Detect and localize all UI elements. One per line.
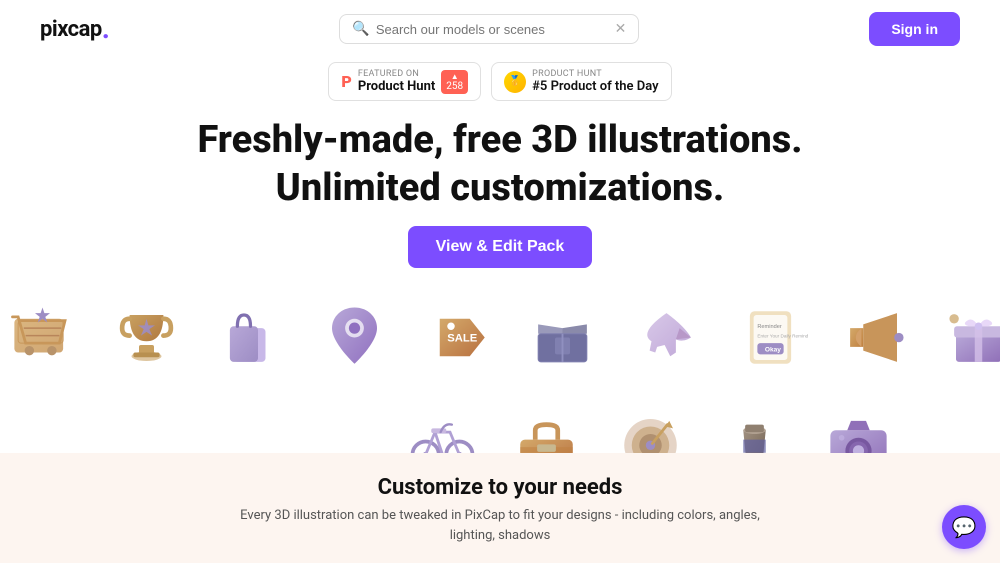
medal-icon: 🥇 [504,71,526,93]
hero-section: Freshly-made, free 3D illustrations. Unl… [0,101,1000,278]
sign-in-button[interactable]: Sign in [869,12,960,46]
customize-title: Customize to your needs [40,475,960,500]
list-item [616,290,716,385]
list-item: Reminder Enter Your Daily Reminder Here.… [720,290,820,385]
list-item [512,290,612,385]
svg-text:Enter Your Daily Reminder Here: Enter Your Daily Reminder Here... [757,334,808,339]
hero-headline: Freshly-made, free 3D illustrations. Unl… [20,117,980,212]
icons-row-1: SALE [0,290,1000,385]
bottom-section: Customize to your needs Every 3D illustr… [0,453,1000,563]
badge-product-text-group: PRODUCT HUNT #5 Product of the Day [532,69,658,94]
badges-row: P FEATURED ON Product Hunt ▲ 258 🥇 PRODU… [0,62,1000,101]
logo[interactable]: pixcap. [40,15,109,43]
headline-line2: Unlimited customizations. [276,166,725,210]
headline-line1: Freshly-made, free 3D illustrations. [197,118,802,162]
list-item [824,290,924,385]
search-bar[interactable]: 🔍 ✕ [339,14,639,44]
count-arrow-icon: ▲ [451,72,459,81]
logo-text: pixcap [40,17,102,42]
desc-line1: Every 3D illustration can be tweaked in … [240,508,760,523]
badge-ph-name: Product Hunt [358,79,435,94]
product-hunt-badge[interactable]: P FEATURED ON Product Hunt ▲ 258 [328,62,481,101]
count-number: 258 [446,81,463,92]
list-item [0,290,92,385]
svg-text:Okay: Okay [764,347,780,354]
svg-text:Reminder: Reminder [757,324,781,330]
badge-ph-label: PRODUCT HUNT [532,69,658,79]
chat-icon: 💬 [952,515,977,539]
customize-description: Every 3D illustration can be tweaked in … [40,506,960,545]
header: pixcap. 🔍 ✕ Sign in [0,0,1000,58]
list-item: SALE [408,290,508,385]
list-item [96,290,196,385]
badge-count: ▲ 258 [441,70,468,94]
badge-text: FEATURED ON Product Hunt [358,69,435,94]
product-of-day-badge[interactable]: 🥇 PRODUCT HUNT #5 Product of the Day [491,62,671,101]
list-item [200,290,300,385]
logo-dot: . [102,15,110,43]
badge-product-of-day: #5 Product of the Day [532,79,658,94]
product-hunt-logo: P [341,72,351,91]
search-clear-icon[interactable]: ✕ [615,21,627,37]
desc-line2: lighting, shadows [450,528,551,543]
svg-text:SALE: SALE [447,332,478,344]
list-item [928,290,1000,385]
view-edit-pack-button[interactable]: View & Edit Pack [408,226,593,268]
search-input[interactable] [376,22,615,37]
search-icon: 🔍 [352,21,369,37]
list-item [304,290,404,385]
chat-bubble-button[interactable]: 💬 [942,505,986,549]
badge-featured-label: FEATURED ON [358,69,435,79]
